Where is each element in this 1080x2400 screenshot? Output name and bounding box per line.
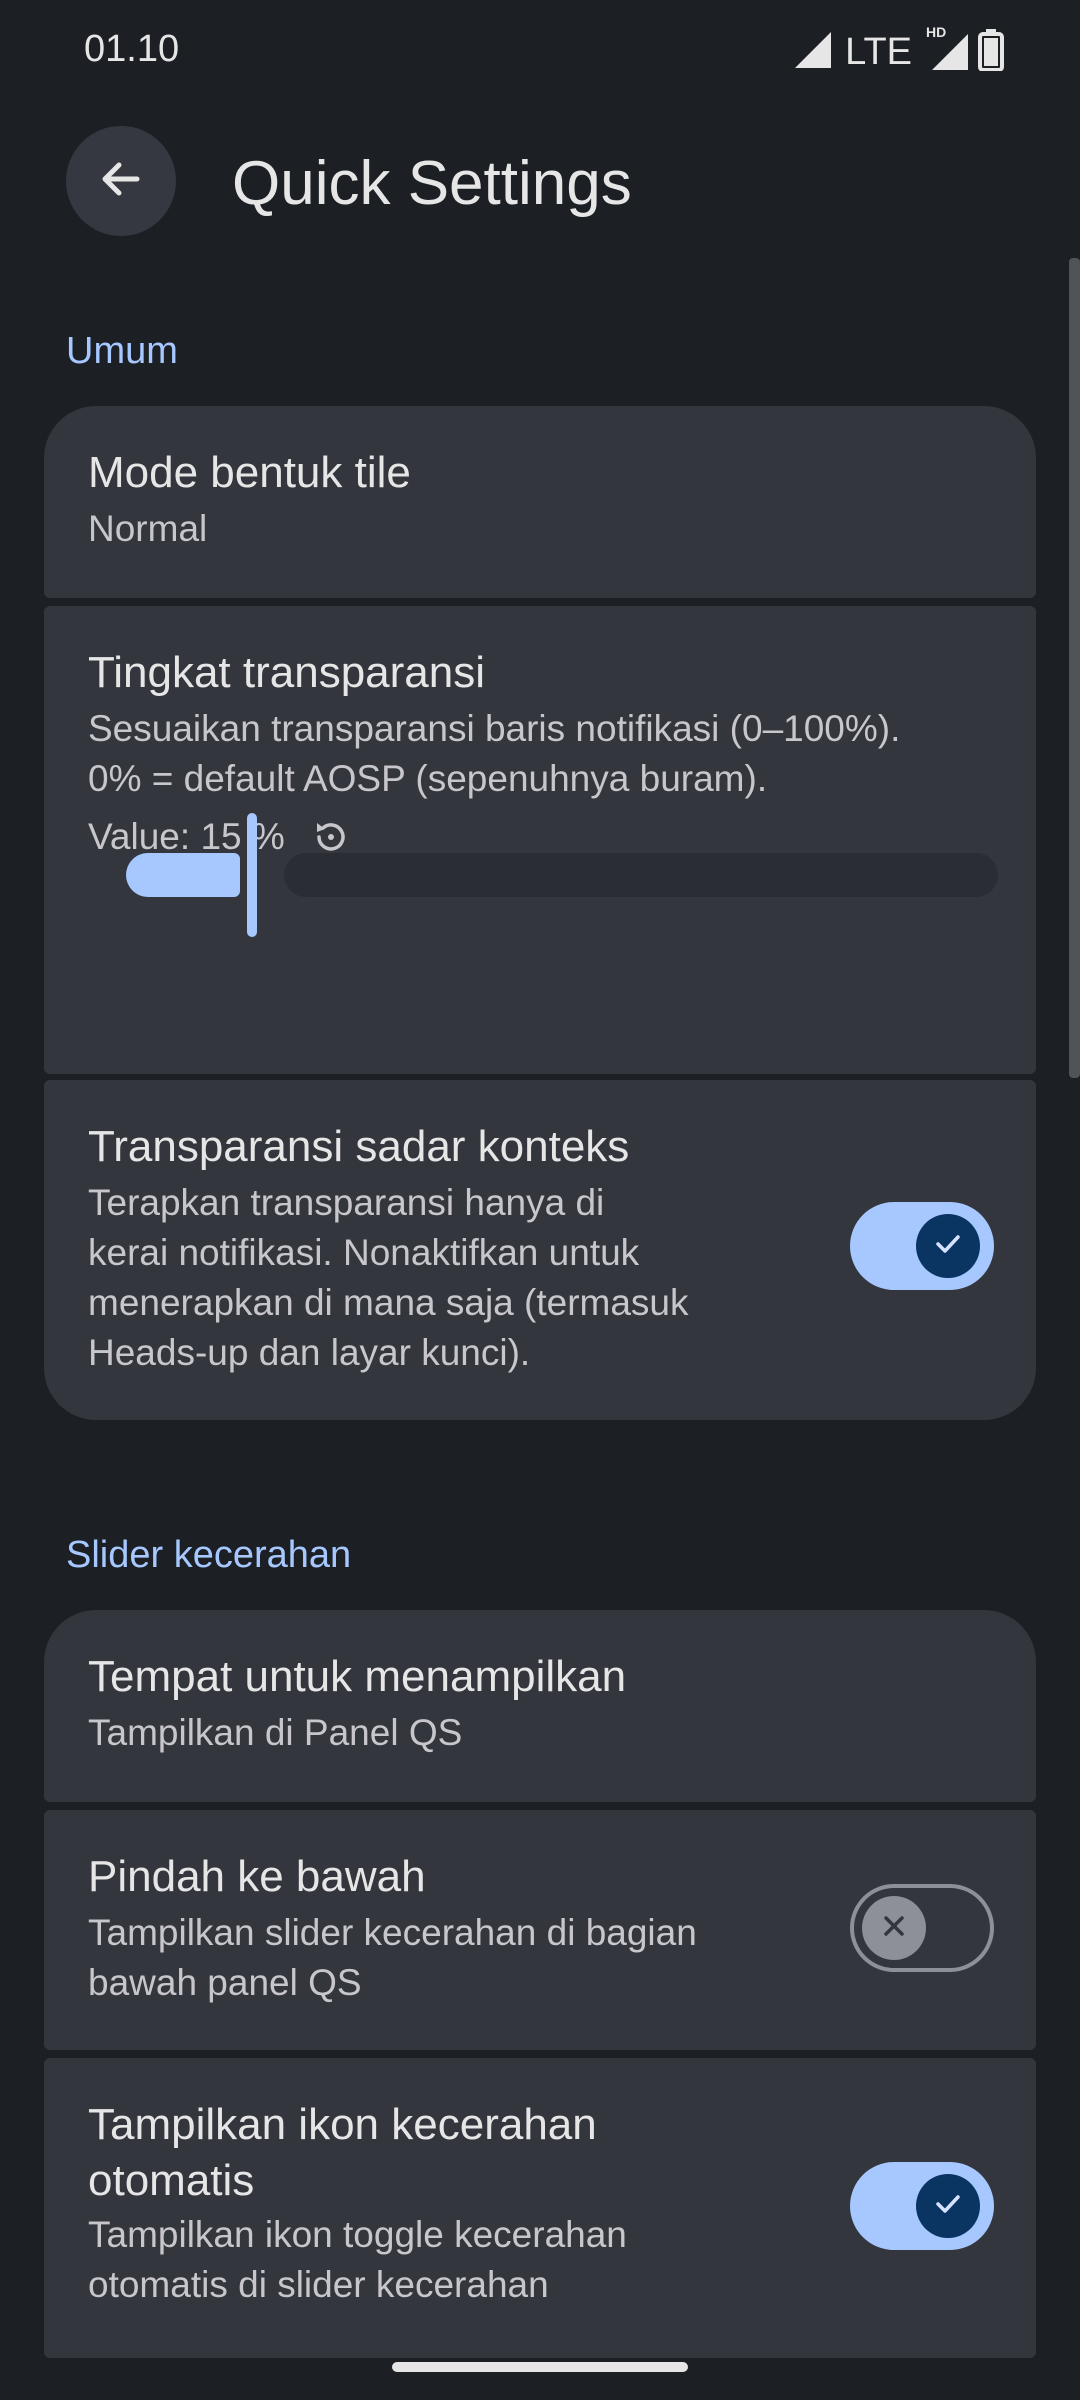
- pref-move-to-bottom[interactable]: Pindah ke bawah Tampilkan slider kecerah…: [44, 1810, 1036, 2050]
- pref-title-line: otomatis: [88, 2156, 255, 2205]
- section-header-brightness-slider: Slider kecerahan: [66, 1534, 352, 1576]
- pref-summary-line: Terapkan transparansi hanya di: [88, 1182, 605, 1223]
- back-button[interactable]: [66, 126, 176, 236]
- pref-context-aware-transparency[interactable]: Transparansi sadar konteks Terapkan tran…: [44, 1080, 1036, 1420]
- reset-icon[interactable]: [311, 817, 351, 857]
- transparency-slider[interactable]: [126, 813, 998, 937]
- pref-summary-line: menerapkan di mana saja (termasuk: [88, 1282, 689, 1323]
- pref-title: Pindah ke bawah: [88, 1852, 426, 1901]
- section-header-umum: Umum: [66, 330, 178, 372]
- auto-brightness-icon-toggle[interactable]: [850, 2162, 994, 2250]
- status-time: 01.10: [84, 28, 180, 70]
- pref-summary-line: Sesuaikan transparansi baris notifikasi …: [88, 708, 901, 749]
- signal-hd-icon: HD: [926, 24, 968, 72]
- toggle-knob: [916, 2174, 980, 2238]
- app-bar: Quick Settings: [0, 118, 1080, 248]
- move-to-bottom-toggle[interactable]: [850, 1884, 994, 1972]
- pref-transparency-level: Tingkat transparansi Sesuaikan transpara…: [44, 606, 1036, 1074]
- gesture-navigation-handle[interactable]: [392, 2362, 688, 2372]
- pref-title: Transparansi sadar konteks: [88, 1122, 630, 1171]
- pref-title: Tingkat transparansi: [88, 648, 486, 697]
- pref-title: Mode bentuk tile: [88, 448, 411, 497]
- network-type-label: LTE: [845, 30, 912, 73]
- pref-summary: Tampilkan di Panel QS: [88, 1712, 463, 1753]
- pref-title-line: Tampilkan ikon kecerahan: [88, 2100, 597, 2149]
- slider-active-track: [126, 853, 241, 897]
- slider-inactive-track: [284, 853, 998, 897]
- pref-show-auto-brightness-icon[interactable]: Tampilkan ikon kecerahan otomatis Tampil…: [44, 2058, 1036, 2358]
- close-icon: [879, 1911, 909, 1946]
- pref-summary-line: Tampilkan ikon toggle kecerahan: [88, 2214, 627, 2255]
- status-bar: 01.10 LTE HD: [0, 0, 1080, 100]
- check-icon: [930, 1226, 966, 1267]
- pref-summary-line: 0% = default AOSP (sepenuhnya buram).: [88, 758, 768, 799]
- page-title: Quick Settings: [232, 149, 632, 218]
- pref-summary-line: Heads-up dan layar kunci).: [88, 1332, 531, 1373]
- arrow-left-icon: [97, 155, 145, 208]
- hd-badge: HD: [926, 24, 947, 40]
- pref-summary-line: bawah panel QS: [88, 1962, 362, 2003]
- toggle-knob: [916, 1214, 980, 1278]
- pref-summary-line: Tampilkan slider kecerahan di bagian: [88, 1912, 697, 1953]
- pref-summary-line: otomatis di slider kecerahan: [88, 2264, 549, 2305]
- pref-summary: Normal: [88, 508, 208, 549]
- signal-icon: [795, 31, 832, 73]
- slider-thumb[interactable]: [247, 813, 258, 937]
- status-icons: LTE HD: [795, 24, 1004, 76]
- scroll-indicator[interactable]: [1069, 258, 1080, 1078]
- battery-icon: [978, 28, 1004, 76]
- check-icon: [930, 2186, 966, 2227]
- pref-tile-shape-mode[interactable]: Mode bentuk tile Normal: [44, 406, 1036, 598]
- toggle-knob: [862, 1896, 926, 1960]
- pref-display-location[interactable]: Tempat untuk menampilkan Tampilkan di Pa…: [44, 1610, 1036, 1802]
- pref-title: Tempat untuk menampilkan: [88, 1652, 627, 1701]
- pref-summary-line: kerai notifikasi. Nonaktifkan untuk: [88, 1232, 640, 1273]
- context-aware-toggle[interactable]: [850, 1202, 994, 1290]
